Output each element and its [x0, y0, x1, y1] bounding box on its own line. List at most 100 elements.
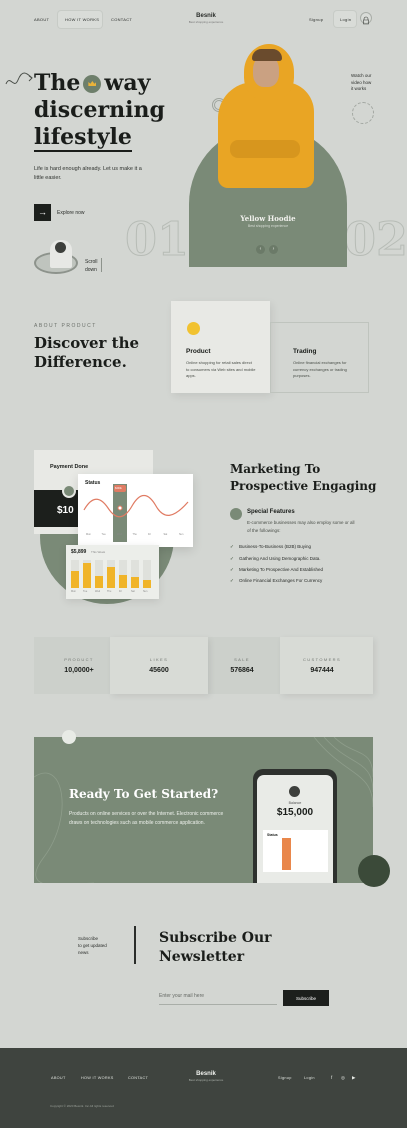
- marketing-title-line-1: Marketing To: [230, 462, 321, 476]
- stat-label-customers: CUSTOMERS: [302, 657, 342, 662]
- marketing-title: Marketing To Prospective Engaging: [230, 461, 376, 495]
- feature-item: ✓ Online Financial Exchanges For Currency: [230, 578, 322, 584]
- check-icon: ✓: [230, 578, 234, 583]
- check-icon: ✓: [230, 556, 234, 561]
- scroll-label-line-1: Scroll: [85, 259, 98, 265]
- hero-description: Life is hard enough already. Let us make…: [34, 166, 142, 181]
- footer-tagline: Best shopping experience: [188, 1078, 224, 1082]
- trading-card-text: Online financial exchanges for currency …: [293, 360, 347, 378]
- feature-item: ✓ Gathering And Using Demographic Data.: [230, 556, 321, 562]
- about-eyebrow: ABOUT PRODUCT: [34, 323, 97, 329]
- stat-value-customers: 947444: [310, 667, 334, 674]
- about-title: Discover the Difference.: [34, 334, 139, 372]
- stat-tile-customers: [280, 637, 373, 694]
- cta-title: Ready To Get Started?: [69, 787, 219, 801]
- footer-link-about[interactable]: ABOUT: [51, 1076, 66, 1080]
- special-features-desc: E-commerce businesses may also employ so…: [247, 520, 355, 533]
- stat-tile-likes: [110, 637, 208, 694]
- weekly-bar: [83, 563, 91, 588]
- newsletter-title-line-1: Subscribe Our: [159, 930, 272, 946]
- weekly-bar-day: Tue: [83, 590, 88, 593]
- nav-link-about[interactable]: ABOUT: [34, 17, 49, 22]
- weekly-bar: [95, 576, 103, 588]
- scroll-indicator-line: [101, 258, 102, 272]
- special-features-title: Special Features: [247, 509, 295, 515]
- stat-label-likes: LIKES: [149, 657, 169, 662]
- cart-icon[interactable]: [360, 12, 372, 25]
- product-name: Yellow Hoodie: [240, 214, 296, 223]
- footer-link-how-it-works[interactable]: HOW IT WORKS: [81, 1076, 114, 1080]
- avatar-head: [55, 242, 66, 253]
- watch-video-label[interactable]: Watch our video how it works: [351, 73, 371, 93]
- shopping-bag-icon: [187, 322, 200, 335]
- footer-signup-link[interactable]: Signup: [278, 1076, 292, 1080]
- newsletter-note-line-1: Subscribe: [78, 936, 99, 941]
- weekly-bar-day: Thu: [107, 590, 112, 593]
- brand-logo[interactable]: Besnik: [180, 13, 232, 19]
- weekly-bar-day: Sat: [131, 590, 135, 593]
- scroll-label-line-2: down: [85, 267, 97, 273]
- instagram-icon[interactable]: ◎: [341, 1075, 345, 1081]
- weekly-bar-day: Wed: [95, 590, 101, 593]
- weekly-bars-amount: $5,899: [71, 549, 87, 555]
- weekly-bar: [71, 571, 79, 588]
- newsletter-email-input[interactable]: [159, 988, 277, 1005]
- explore-now-button[interactable]: →: [34, 204, 51, 221]
- weekly-bar: [119, 575, 127, 588]
- special-features-icon: [230, 508, 242, 520]
- stat-label-sale: SALE: [234, 657, 250, 662]
- status-axis-tick: Mon: [86, 533, 91, 536]
- banner-blob-decoration: [358, 855, 390, 887]
- newsletter-title: Subscribe Our Newsletter: [159, 929, 272, 967]
- youtube-icon[interactable]: ▶: [352, 1075, 355, 1081]
- nav-link-how-it-works[interactable]: HOW IT WORKS: [65, 17, 99, 22]
- weekly-bar: [131, 577, 139, 588]
- check-icon: ✓: [230, 567, 234, 572]
- explore-now-label[interactable]: Explore now: [57, 210, 85, 216]
- watch-label-line-1: Watch our: [351, 73, 372, 78]
- login-link[interactable]: Login: [340, 17, 351, 22]
- footer-logo[interactable]: Besnik: [180, 1071, 232, 1077]
- footer-copyright: Copyright © 2020 Besnik. Inc.All rights …: [50, 1104, 114, 1108]
- stat-value-product: 10,0000+: [64, 667, 94, 674]
- footer-login-link[interactable]: Login: [304, 1076, 315, 1080]
- hero-title-word-the: The: [34, 70, 81, 96]
- feature-item: ✓ Marketing To Prospective And Establishe…: [230, 567, 323, 573]
- payment-amount: $10: [57, 505, 74, 516]
- scroll-down-label[interactable]: Scroll down: [85, 258, 98, 274]
- footer-link-contact[interactable]: CONTACT: [128, 1076, 148, 1080]
- slide-prev-button[interactable]: ‹: [256, 245, 265, 254]
- hero-title: The way discerning lifestyle: [34, 70, 165, 152]
- feature-item-text: Business-To-Business (B2B) Buying: [239, 544, 312, 549]
- status-axis-tick: Sat: [163, 533, 168, 536]
- brand-tagline: Best shopping experience: [188, 20, 224, 24]
- about-title-line-2: Difference.: [34, 353, 127, 371]
- phone-status-title: Status: [267, 833, 278, 837]
- facebook-icon[interactable]: f: [331, 1075, 332, 1080]
- slide-next-button[interactable]: ›: [269, 245, 278, 254]
- weekly-bars-note: This Week: [91, 550, 106, 554]
- subscribe-button[interactable]: Subscribe: [283, 990, 329, 1006]
- feature-item-text: Gathering And Using Demographic Data.: [239, 556, 321, 561]
- cta-text: Products on online services or over the …: [69, 811, 224, 826]
- crown-icon: [83, 75, 102, 93]
- newsletter-note-line-3: news: [78, 950, 89, 955]
- nav-link-contact[interactable]: CONTACT: [111, 17, 132, 22]
- status-axis-tick: Fri: [148, 533, 151, 536]
- footer: [0, 1048, 407, 1128]
- status-wave-line: [83, 494, 189, 518]
- stat-label-product: PRODUCT: [64, 657, 94, 662]
- play-video-ring-icon[interactable]: [352, 102, 374, 124]
- slide-number-right: 02: [343, 212, 407, 267]
- trading-card-title: Trading: [293, 348, 317, 355]
- slide-number-left: 01: [124, 212, 190, 267]
- payment-check-icon: [62, 484, 76, 498]
- phone-balance-amount: $15,000: [276, 807, 314, 818]
- stat-value-likes: 45600: [149, 667, 169, 674]
- feature-item-text: Online Financial Exchanges For Currency: [239, 578, 323, 583]
- status-axis-tick: Thu: [132, 533, 137, 536]
- hero-title-line-2: discerning: [34, 97, 165, 123]
- newsletter-divider: [134, 926, 136, 964]
- signup-link[interactable]: Signup: [309, 17, 323, 22]
- trading-card[interactable]: [270, 322, 369, 393]
